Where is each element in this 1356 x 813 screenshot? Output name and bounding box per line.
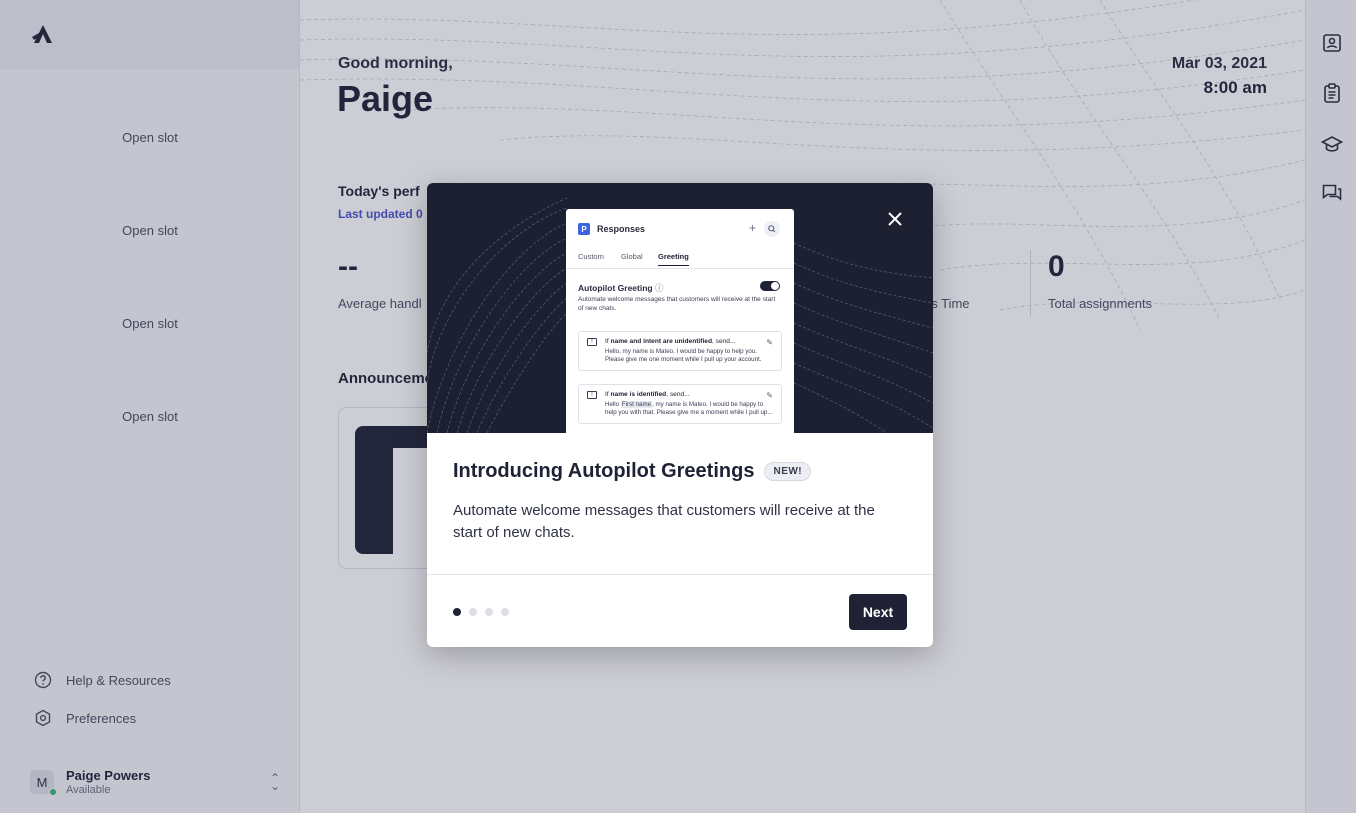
rule-title: If name is identified, send...: [605, 391, 773, 399]
modal-hero: P Responses + Custom Global Greeting Aut…: [427, 183, 933, 433]
new-badge: NEW!: [764, 462, 812, 481]
page-dot-active[interactable]: [453, 608, 461, 616]
modal-footer: Next: [427, 574, 933, 647]
preview-tabs: Custom Global Greeting: [566, 251, 794, 269]
page-dot[interactable]: [501, 608, 509, 616]
rule-condition: name is identified: [610, 391, 667, 398]
modal-title: Introducing Autopilot Greetings NEW!: [453, 460, 812, 483]
preview-header: P Responses: [578, 223, 645, 235]
rule-body: Hello First name, my name is Mateo. I wo…: [605, 401, 773, 417]
preview-title: Responses: [597, 224, 646, 234]
info-icon: ⓘ: [654, 283, 664, 293]
rule-body: Hello, my name is Mateo. I would be happ…: [605, 348, 762, 363]
page-dot[interactable]: [469, 608, 477, 616]
rule-title: If name and intent are unidentified, sen…: [605, 338, 773, 346]
search-icon: [764, 221, 780, 237]
plus-icon: +: [749, 221, 757, 235]
preview-tab-greeting: Greeting: [658, 252, 689, 266]
message-icon: !: [587, 391, 597, 399]
preview-section-title: Autopilot Greeting ⓘ: [578, 282, 664, 294]
pencil-icon: ✎: [766, 391, 773, 400]
pencil-icon: ✎: [766, 338, 773, 347]
page-dot[interactable]: [485, 608, 493, 616]
next-button[interactable]: Next: [849, 594, 907, 630]
preview-tab-global: Global: [621, 252, 643, 261]
preview-tab-custom: Custom: [578, 252, 604, 261]
preview-rule: ! ✎ If name and intent are unidentified,…: [578, 331, 782, 371]
preview-rule: ! ✎ If name is identified, send... Hello…: [578, 384, 782, 424]
preview-section-title-text: Autopilot Greeting: [578, 283, 653, 293]
preview-toggle: [760, 281, 780, 291]
rule-condition: name and intent are unidentified: [610, 338, 712, 345]
feature-preview-screenshot: P Responses + Custom Global Greeting Aut…: [566, 209, 794, 433]
first-name-token: First name: [620, 401, 653, 408]
modal-title-text: Introducing Autopilot Greetings: [453, 460, 755, 482]
page-indicator: [453, 608, 509, 616]
preview-section-desc: Automate welcome messages that customers…: [578, 296, 776, 312]
message-icon: !: [587, 338, 597, 346]
rule-suffix: , send...: [666, 391, 690, 398]
rule-suffix: , send...: [711, 338, 736, 345]
preview-app-badge: P: [578, 223, 590, 235]
modal-description: Automate welcome messages that customers…: [453, 502, 875, 541]
announcement-modal: P Responses + Custom Global Greeting Aut…: [427, 183, 933, 647]
rule-body-start: Hello: [605, 401, 621, 408]
close-icon[interactable]: [885, 209, 905, 229]
